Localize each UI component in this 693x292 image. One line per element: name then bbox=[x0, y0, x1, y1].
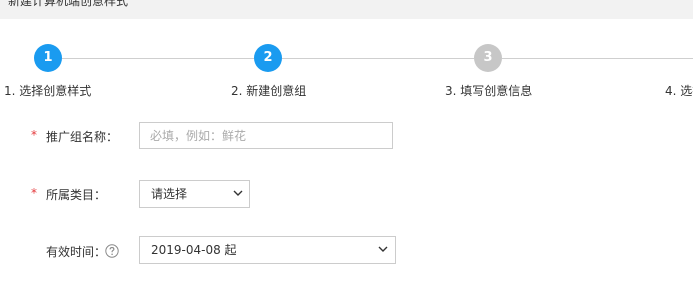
step-connector-1-2 bbox=[62, 58, 254, 59]
chevron-down-icon bbox=[378, 246, 388, 252]
group-name-label: 推广组名称： bbox=[46, 130, 119, 144]
page-header: 新建计算机端创意样式 bbox=[0, 0, 693, 19]
step-2-indicator: 2 bbox=[254, 44, 282, 72]
step-2-label: 2. 新建创意组 bbox=[231, 84, 307, 98]
group-name-input[interactable] bbox=[139, 122, 393, 149]
category-label: 所属类目： bbox=[46, 188, 107, 202]
required-mark: * bbox=[31, 186, 37, 200]
valid-time-selected-value: 2019-04-08 起 bbox=[151, 243, 237, 257]
step-3-indicator: 3 bbox=[474, 44, 502, 72]
step-connector-2-3 bbox=[282, 58, 474, 59]
step-3-label: 3. 填写创意信息 bbox=[445, 84, 533, 98]
question-circle-icon[interactable] bbox=[105, 244, 119, 258]
category-selected-value: 请选择 bbox=[151, 187, 188, 201]
page-title: 新建计算机端创意样式 bbox=[8, 0, 129, 8]
valid-time-label: 有效时间： bbox=[46, 245, 107, 259]
step-1-label: 1. 选择创意样式 bbox=[4, 84, 92, 98]
category-select[interactable]: 请选择 bbox=[139, 180, 250, 208]
step-4-label: 4. 选择 bbox=[665, 84, 693, 98]
valid-time-select[interactable]: 2019-04-08 起 bbox=[139, 236, 396, 264]
step-connector-3-4 bbox=[502, 58, 693, 59]
chevron-down-icon bbox=[233, 190, 243, 196]
step-1-indicator: 1 bbox=[34, 44, 62, 72]
required-mark: * bbox=[31, 128, 37, 142]
